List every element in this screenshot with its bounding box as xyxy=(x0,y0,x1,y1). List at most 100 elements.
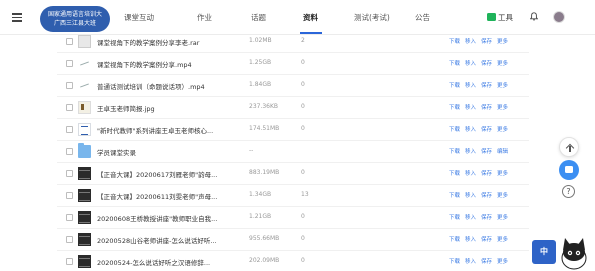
file-download-count: 0 xyxy=(301,103,305,110)
import-action[interactable]: 移入 xyxy=(465,237,476,243)
tools-label: 工具 xyxy=(498,13,513,22)
more-action[interactable]: 更多 xyxy=(497,127,508,133)
row-checkbox[interactable] xyxy=(66,126,73,133)
download-action[interactable]: 下载 xyxy=(449,61,460,67)
more-action[interactable]: 更多 xyxy=(497,259,508,265)
file-name[interactable]: 王卓玉老师简报.jpg xyxy=(97,103,267,113)
save-action[interactable]: 保存 xyxy=(481,83,492,89)
save-action[interactable]: 保存 xyxy=(481,215,492,221)
row-checkbox[interactable] xyxy=(66,192,73,199)
file-name[interactable]: 普通话测试培训（命题说话项）.mp4 xyxy=(97,81,267,91)
file-row[interactable]: 课堂视角下的教学案例分享.mp4 1.25GB 0 下载 移入 保存 更多 xyxy=(57,53,529,75)
file-name[interactable]: 【正音大课】20200617刘雁老师"韵母... xyxy=(97,169,267,179)
file-row[interactable]: "新时代教师"系列讲座王卓玉老师核心... 174.51MB 0 下载 移入 保存 更多 xyxy=(57,119,529,141)
tab-classroom-interaction[interactable]: 课堂互动 xyxy=(124,12,154,23)
chat-button[interactable] xyxy=(559,160,579,180)
import-action[interactable]: 移入 xyxy=(465,61,476,67)
row-checkbox[interactable] xyxy=(66,60,73,67)
row-checkbox[interactable] xyxy=(66,82,73,89)
file-row[interactable]: 普通话测试培训（命题说话项）.mp4 1.84GB 0 下载 移入 保存 更多 xyxy=(57,75,529,97)
assistant-widget[interactable]: 中 xyxy=(532,232,595,271)
import-action[interactable]: 移入 xyxy=(465,83,476,89)
import-action[interactable]: 移入 xyxy=(465,105,476,111)
import-action[interactable]: 移入 xyxy=(465,215,476,221)
file-size: 202.09MB xyxy=(249,257,280,264)
save-action[interactable]: 保存 xyxy=(481,39,492,45)
file-name[interactable]: 学员课堂实录 xyxy=(97,147,267,157)
row-checkbox[interactable] xyxy=(66,214,73,221)
file-name[interactable]: "新时代教师"系列讲座王卓玉老师核心... xyxy=(97,125,267,135)
import-action[interactable]: 移入 xyxy=(465,39,476,45)
file-row[interactable]: 20200528山谷老师讲座-怎么说话好听... 955.66MB 0 下载 移入 保存更… xyxy=(57,229,529,251)
download-action[interactable]: 下载 xyxy=(449,193,460,199)
tab-tests[interactable]: 测试(考试) xyxy=(354,12,390,23)
help-button[interactable]: ? xyxy=(562,185,575,198)
file-row[interactable]: 学员课堂实录 -- 下载 移入 保存 编辑 xyxy=(57,141,529,163)
download-action[interactable]: 下载 xyxy=(449,149,460,155)
save-action[interactable]: 保存 xyxy=(481,105,492,111)
save-action[interactable]: 保存 xyxy=(481,237,492,243)
import-action[interactable]: 移入 xyxy=(465,259,476,265)
more-action[interactable]: 更多 xyxy=(497,61,508,67)
import-action[interactable]: 移入 xyxy=(465,149,476,155)
scroll-to-top-button[interactable] xyxy=(559,137,579,157)
file-name[interactable]: 【正音大课】20200611刘雯老师"声母... xyxy=(97,191,267,201)
tab-materials[interactable]: 资料 xyxy=(303,12,318,23)
download-action[interactable]: 下载 xyxy=(449,237,460,243)
file-name[interactable]: 20200608王桥教授讲座"教师职业自我... xyxy=(97,213,267,223)
tab-topics[interactable]: 话题 xyxy=(251,12,266,23)
tab-homework[interactable]: 作业 xyxy=(197,12,212,23)
more-action[interactable]: 更多 xyxy=(497,215,508,221)
import-action[interactable]: 移入 xyxy=(465,171,476,177)
tools-button[interactable]: 工具 xyxy=(487,12,513,23)
file-row[interactable]: 【正音大课】20200617刘雁老师"韵母... 883.19MB 0 下载 移入 保存更… xyxy=(57,163,529,185)
save-action[interactable]: 保存 xyxy=(481,259,492,265)
row-checkbox[interactable] xyxy=(66,104,73,111)
save-action[interactable]: 保存 xyxy=(481,61,492,67)
menu-icon[interactable] xyxy=(12,13,22,22)
file-row[interactable]: 王卓玉老师简报.jpg 237.36KB 0 下载 移入 保存 更多 xyxy=(57,97,529,119)
download-action[interactable]: 下载 xyxy=(449,39,460,45)
row-checkbox[interactable] xyxy=(66,236,73,243)
user-avatar[interactable] xyxy=(553,11,565,23)
file-name[interactable]: 20200524-怎么说话好听之汉语修辞... xyxy=(97,257,267,267)
import-action[interactable]: 移入 xyxy=(465,193,476,199)
more-action[interactable]: 更多 xyxy=(497,105,508,111)
row-checkbox[interactable] xyxy=(66,258,73,265)
bell-icon[interactable] xyxy=(530,12,538,21)
assistant-card[interactable]: 中 xyxy=(532,240,556,264)
download-action[interactable]: 下载 xyxy=(449,259,460,265)
file-row[interactable]: 【正音大课】20200611刘雯老师"声母... 1.34GB 13 下载 移入 保存 更多 xyxy=(57,185,529,207)
row-checkbox[interactable] xyxy=(66,148,73,155)
download-action[interactable]: 下载 xyxy=(449,83,460,89)
save-action[interactable]: 保存 xyxy=(481,171,492,177)
more-action[interactable]: 更多 xyxy=(497,83,508,89)
row-actions: 下载 移入 保存 更多 xyxy=(449,257,513,265)
save-action[interactable]: 保存 xyxy=(481,127,492,133)
download-action[interactable]: 下载 xyxy=(449,215,460,221)
course-badge-line2: 广西三江县大班 xyxy=(53,20,96,27)
tab-announcements[interactable]: 公告 xyxy=(415,12,430,23)
file-name[interactable]: 20200528山谷老师讲座-怎么说话好听... xyxy=(97,235,267,245)
download-action[interactable]: 下载 xyxy=(449,105,460,111)
row-checkbox[interactable] xyxy=(66,170,73,177)
course-badge[interactable]: 国家通用语言培训大 广西三江县大班 xyxy=(40,6,110,32)
more-action[interactable]: 更多 xyxy=(497,237,508,243)
download-action[interactable]: 下载 xyxy=(449,127,460,133)
file-name[interactable]: 课堂视角下的教学案例分享.mp4 xyxy=(97,59,267,69)
download-action[interactable]: 下载 xyxy=(449,171,460,177)
file-row[interactable]: 20200524-怎么说话好听之汉语修辞... 202.09MB 0 下载 移入 保存 更多 xyxy=(57,251,529,271)
file-download-count: 0 xyxy=(301,125,305,132)
edit-action[interactable]: 编辑 xyxy=(497,149,508,155)
more-action[interactable]: 更多 xyxy=(497,171,508,177)
folder-file-icon xyxy=(78,143,91,158)
import-action[interactable]: 移入 xyxy=(465,127,476,133)
row-checkbox[interactable] xyxy=(66,38,73,45)
file-name[interactable]: 课堂视角下的教学案例分享李老.rar xyxy=(97,37,267,47)
save-action[interactable]: 保存 xyxy=(481,149,492,155)
file-row[interactable]: 课堂视角下的教学案例分享李老.rar 1.02MB 2 下载 移入 保存 更多 xyxy=(57,35,529,53)
more-action[interactable]: 更多 xyxy=(497,193,508,199)
more-action[interactable]: 更多 xyxy=(497,39,508,45)
file-row[interactable]: 20200608王桥教授讲座"教师职业自我... 1.21GB 0 下载 移入 保存 更多 xyxy=(57,207,529,229)
save-action[interactable]: 保存 xyxy=(481,193,492,199)
